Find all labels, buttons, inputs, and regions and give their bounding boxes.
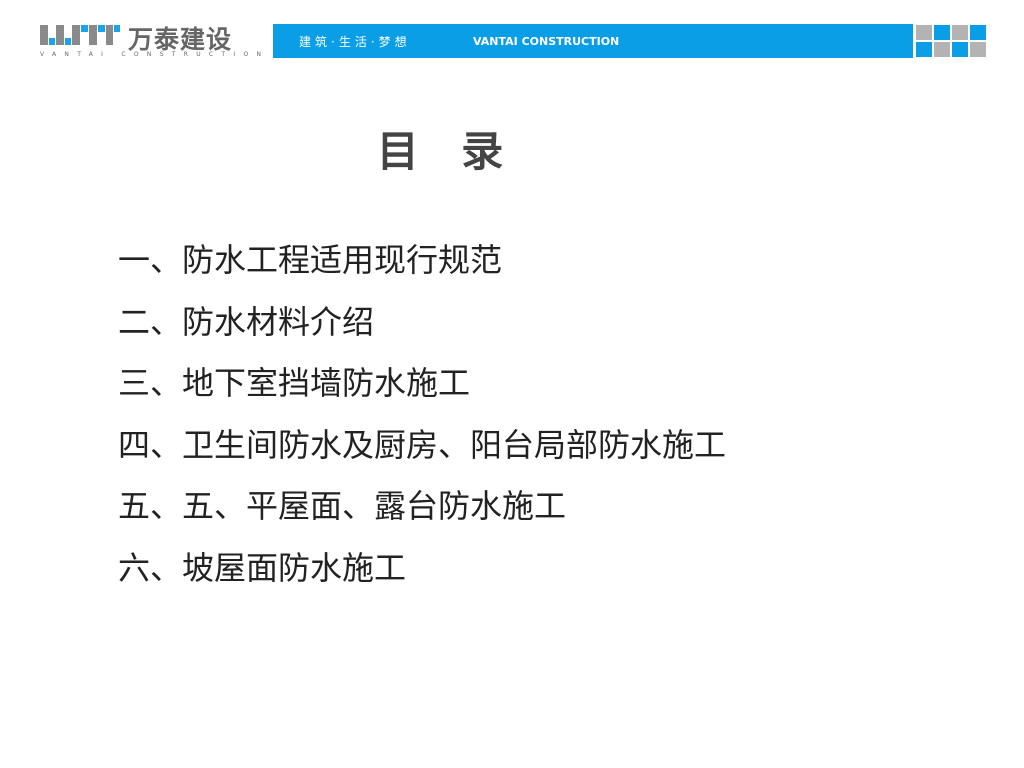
slogan: 建筑·生活·梦想	[299, 35, 411, 49]
company-logo: 万泰建设 VANTAI CONSTRUCTION	[40, 22, 261, 62]
toc-item: 二、防水材料介绍	[118, 302, 375, 341]
toc-item: 四、卫生间防水及厨房、阳台局部防水施工	[118, 425, 727, 464]
header-band: 建筑·生活·梦想 VANTAI CONSTRUCTION	[273, 24, 913, 58]
decorative-squares	[916, 25, 990, 59]
table-of-contents: 一、防水工程适用现行规范 二、防水材料介绍 三、地下室挡墙防水施工 四、卫生间防…	[118, 238, 726, 607]
toc-item: 一、防水工程适用现行规范	[118, 241, 503, 279]
logo-subtitle: VANTAI CONSTRUCTION	[40, 51, 270, 58]
brand-text: VANTAI CONSTRUCTION	[473, 35, 620, 48]
toc-item: 三、地下室挡墙防水施工	[118, 364, 471, 402]
toc-item: 五、五、平屋面、露台防水施工	[118, 487, 567, 525]
toc-item: 六、坡屋面防水施工	[118, 548, 407, 587]
page-title: 目 录	[376, 127, 518, 176]
